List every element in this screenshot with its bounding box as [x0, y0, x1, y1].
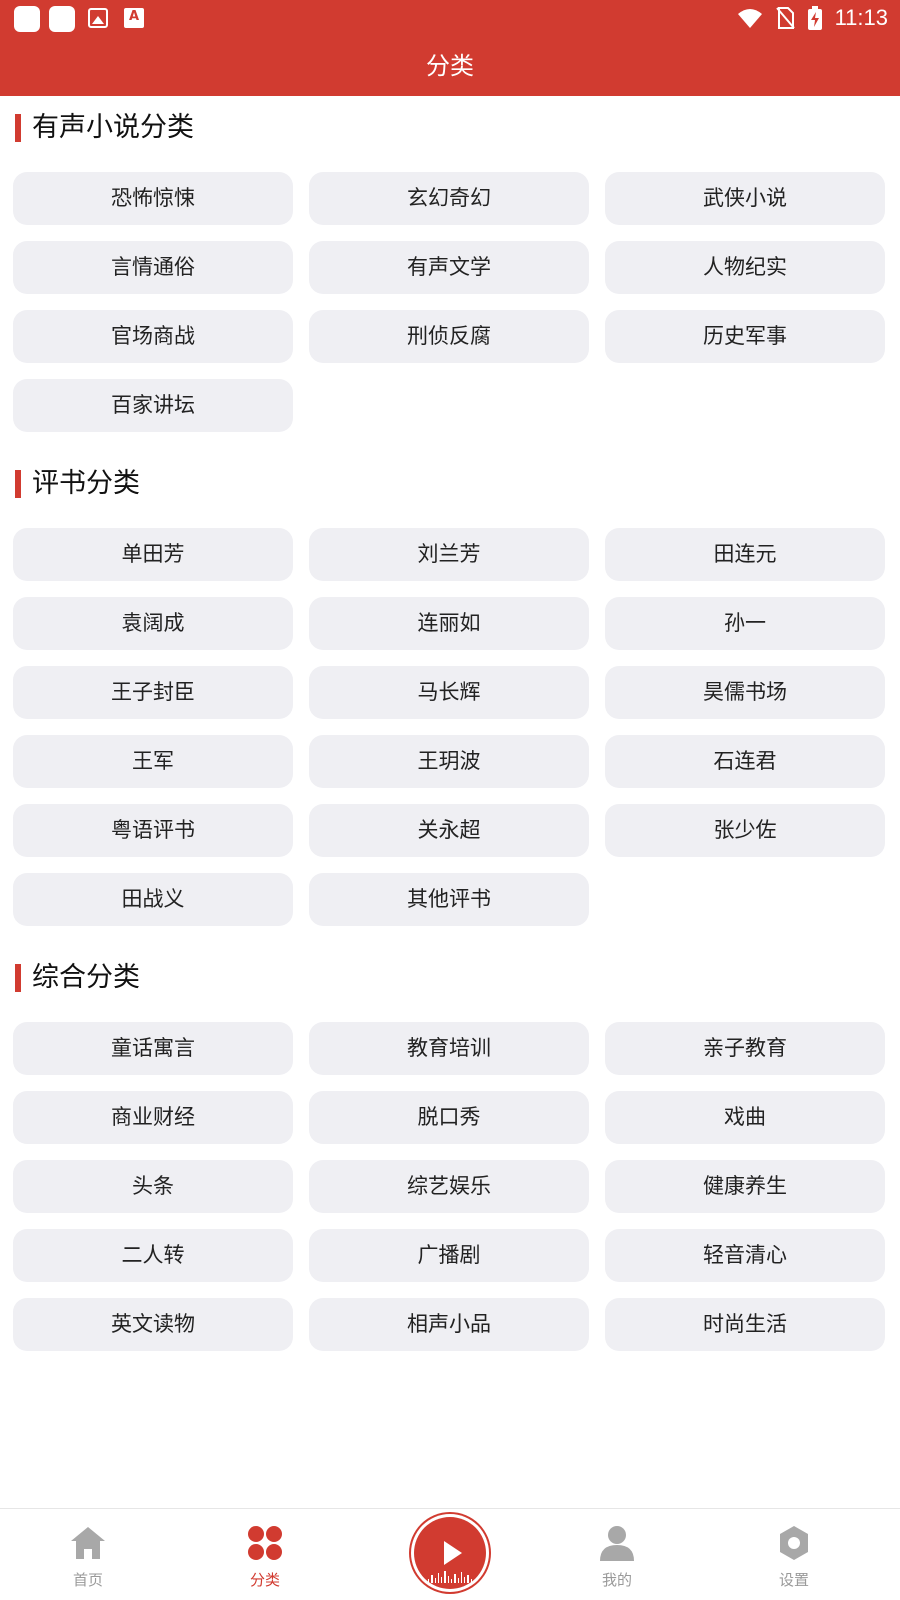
section-accent-bar	[15, 114, 21, 142]
category-chip[interactable]: 王军	[13, 735, 293, 788]
notification-icon	[14, 6, 40, 32]
category-chip[interactable]: 商业财经	[13, 1091, 293, 1144]
category-chip[interactable]: 言情通俗	[13, 241, 293, 294]
category-chip[interactable]: 王子封臣	[13, 666, 293, 719]
category-chip[interactable]: 人物纪实	[605, 241, 885, 294]
category-chip[interactable]: 马长辉	[309, 666, 589, 719]
category-chip[interactable]: 教育培训	[309, 1022, 589, 1075]
section-title: 综合分类	[32, 962, 140, 993]
nav-mine[interactable]: 我的	[572, 1523, 662, 1590]
a-icon: A	[124, 8, 144, 28]
category-chip[interactable]: 脱口秀	[309, 1091, 589, 1144]
category-grid: 单田芳 刘兰芳 田连元 袁阔成 连丽如 孙一 王子封臣 马长辉 昊儒书场 王军 …	[0, 516, 900, 946]
nav-home-label: 首页	[72, 1571, 103, 1589]
category-chip[interactable]: 其他评书	[309, 873, 589, 926]
category-chip[interactable]: 刑侦反腐	[309, 310, 589, 363]
home-icon	[71, 1527, 105, 1559]
category-chip[interactable]: 昊儒书场	[605, 666, 885, 719]
category-chip[interactable]: 武侠小说	[605, 172, 885, 225]
category-chip[interactable]: 孙一	[605, 597, 885, 650]
nav-mine-label: 我的	[601, 1571, 632, 1589]
nav-category-label: 分类	[249, 1571, 280, 1589]
status-time: 11:13	[834, 5, 888, 30]
category-chip[interactable]: 历史军事	[605, 310, 885, 363]
category-chip[interactable]: 健康养生	[605, 1160, 885, 1213]
category-chip[interactable]: 戏曲	[605, 1091, 885, 1144]
section-title: 评书分类	[32, 468, 140, 499]
no-sim-icon	[775, 7, 795, 29]
bottom-nav: 首页 分类 我的 设置	[0, 1508, 900, 1600]
waveform-icon	[428, 1571, 472, 1583]
status-bar: A 11:13	[0, 0, 900, 36]
category-chip[interactable]: 石连君	[605, 735, 885, 788]
play-icon	[444, 1541, 462, 1565]
section-pingshu: 评书分类 单田芳 刘兰芳 田连元 袁阔成 连丽如 孙一 王子封臣 马长辉 昊儒书…	[0, 452, 900, 946]
category-chip[interactable]: 时尚生活	[605, 1298, 885, 1351]
status-right: 11:13	[737, 0, 888, 36]
category-chip[interactable]: 袁阔成	[13, 597, 293, 650]
category-chip[interactable]: 粤语评书	[13, 804, 293, 857]
category-chip[interactable]: 综艺娱乐	[309, 1160, 589, 1213]
category-chip[interactable]: 轻音清心	[605, 1229, 885, 1282]
category-grid: 童话寓言 教育培训 亲子教育 商业财经 脱口秀 戏曲 头条 综艺娱乐 健康养生 …	[0, 1010, 900, 1371]
category-chip[interactable]: 广播剧	[309, 1229, 589, 1282]
category-chip[interactable]: 有声文学	[309, 241, 589, 294]
page-title: 分类	[426, 52, 474, 80]
category-chip[interactable]: 玄幻奇幻	[309, 172, 589, 225]
category-chip[interactable]: 连丽如	[309, 597, 589, 650]
section-audio-novels: 有声小说分类 恐怖惊悚 玄幻奇幻 武侠小说 言情通俗 有声文学 人物纪实 官场商…	[0, 96, 900, 452]
section-header: 综合分类	[0, 946, 900, 1010]
section-accent-bar	[15, 470, 21, 498]
category-chip[interactable]: 恐怖惊悚	[13, 172, 293, 225]
gear-icon	[780, 1526, 808, 1560]
wifi-icon	[737, 9, 762, 28]
section-accent-bar	[15, 964, 21, 992]
play-button[interactable]	[414, 1517, 486, 1589]
nav-home[interactable]: 首页	[43, 1523, 133, 1590]
category-chip[interactable]: 田连元	[605, 528, 885, 581]
section-header: 有声小说分类	[0, 96, 900, 160]
category-chip[interactable]: 田战义	[13, 873, 293, 926]
category-chip[interactable]: 头条	[13, 1160, 293, 1213]
category-grid: 恐怖惊悚 玄幻奇幻 武侠小说 言情通俗 有声文学 人物纪实 官场商战 刑侦反腐 …	[0, 160, 900, 452]
category-chip[interactable]: 王玥波	[309, 735, 589, 788]
user-icon	[600, 1526, 634, 1561]
nav-settings-label: 设置	[778, 1571, 809, 1589]
category-chip[interactable]: 百家讲坛	[13, 379, 293, 432]
app-header: A 11:13 分类	[0, 0, 900, 96]
section-header: 评书分类	[0, 452, 900, 516]
category-chip[interactable]: 关永超	[309, 804, 589, 857]
category-chip[interactable]: 官场商战	[13, 310, 293, 363]
category-content: 有声小说分类 恐怖惊悚 玄幻奇幻 武侠小说 言情通俗 有声文学 人物纪实 官场商…	[0, 96, 900, 1371]
image-icon	[88, 8, 108, 28]
notification-icon	[49, 6, 75, 32]
category-chip[interactable]: 单田芳	[13, 528, 293, 581]
nav-category[interactable]: 分类	[220, 1523, 310, 1590]
category-chip[interactable]: 英文读物	[13, 1298, 293, 1351]
nav-settings[interactable]: 设置	[749, 1523, 839, 1590]
section-general: 综合分类 童话寓言 教育培训 亲子教育 商业财经 脱口秀 戏曲 头条 综艺娱乐 …	[0, 946, 900, 1371]
category-grid-icon	[248, 1526, 282, 1560]
category-chip[interactable]: 童话寓言	[13, 1022, 293, 1075]
category-chip[interactable]: 刘兰芳	[309, 528, 589, 581]
category-chip[interactable]: 张少佐	[605, 804, 885, 857]
category-chip[interactable]: 亲子教育	[605, 1022, 885, 1075]
category-chip[interactable]: 二人转	[13, 1229, 293, 1282]
section-title: 有声小说分类	[32, 112, 194, 143]
category-chip[interactable]: 相声小品	[309, 1298, 589, 1351]
battery-charging-icon	[807, 6, 822, 30]
